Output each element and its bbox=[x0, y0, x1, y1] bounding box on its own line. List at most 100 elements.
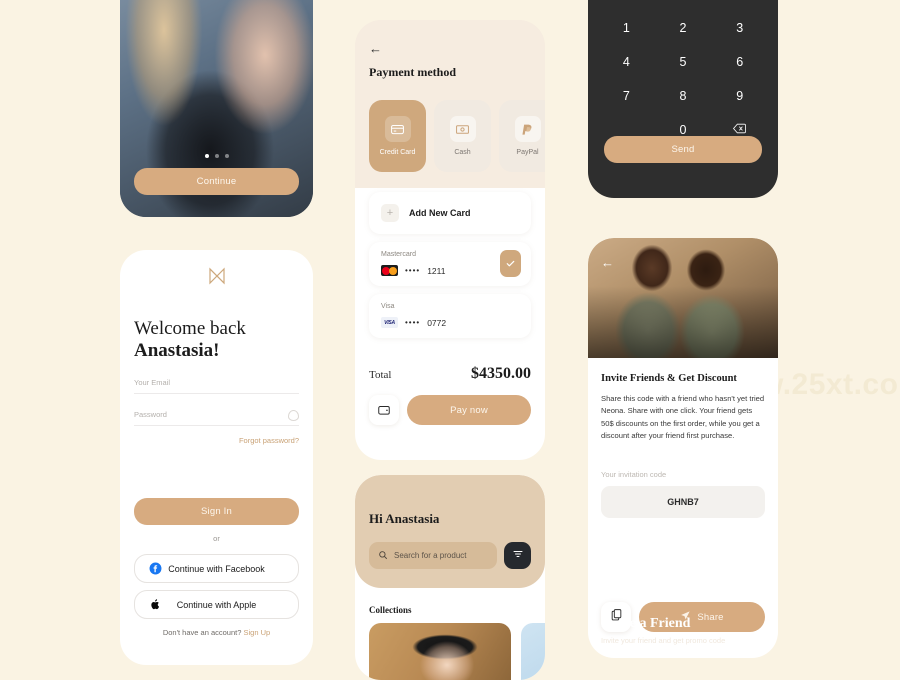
key-8[interactable]: 8 bbox=[655, 86, 712, 106]
card-number-row: VISA •••• 0772 bbox=[381, 317, 446, 328]
key-4[interactable]: 4 bbox=[598, 52, 655, 72]
keypad-grid: 1 2 3 4 5 6 7 8 9 0 bbox=[598, 18, 768, 140]
home-header-band bbox=[355, 475, 545, 588]
apple-button-label: Continue with Apple bbox=[176, 599, 257, 610]
dot-3[interactable] bbox=[224, 154, 229, 158]
payment-method-credit-card[interactable]: Credit Card bbox=[369, 100, 426, 172]
key-6[interactable]: 6 bbox=[711, 52, 768, 72]
collection-thumbnail[interactable] bbox=[369, 623, 511, 680]
visa-logo-icon: VISA bbox=[381, 317, 398, 328]
search-input[interactable]: Search for a product bbox=[369, 542, 497, 569]
add-new-card-label: Add New Card bbox=[409, 208, 471, 218]
password-field[interactable]: Password bbox=[134, 410, 299, 426]
password-placeholder: Password bbox=[134, 410, 167, 419]
welcome-line-2: Anastasia! bbox=[134, 340, 220, 362]
payment-method-tabs: Credit Card Cash PayPal bbox=[369, 100, 545, 172]
payment-method-label: Credit Card bbox=[379, 149, 416, 156]
continue-with-facebook-button[interactable]: Continue with Facebook bbox=[134, 554, 299, 583]
login-card: Welcome back Anastasia! Your Email Passw… bbox=[120, 250, 313, 665]
card-number-row: •••• 1211 bbox=[381, 265, 445, 276]
apple-icon bbox=[149, 598, 161, 611]
email-placeholder: Your Email bbox=[134, 378, 170, 387]
key-7[interactable]: 7 bbox=[598, 86, 655, 106]
pay-action-row: Pay now bbox=[369, 395, 531, 425]
neona-logo-icon bbox=[205, 264, 229, 293]
filter-button[interactable] bbox=[504, 542, 531, 569]
pay-now-button[interactable]: Pay now bbox=[407, 395, 531, 425]
invite-hero-title: Invite a Friend bbox=[601, 616, 691, 631]
facebook-icon bbox=[149, 562, 162, 575]
no-account-text: Don't have an account? bbox=[162, 628, 242, 637]
facebook-button-label: Continue with Facebook bbox=[168, 563, 265, 574]
welcome-heading: Welcome back Anastasia! bbox=[134, 318, 304, 363]
key-2[interactable]: 2 bbox=[655, 18, 712, 38]
welcome-line-1: Welcome back bbox=[134, 318, 246, 339]
payment-method-cash[interactable]: Cash bbox=[434, 100, 491, 172]
continue-button[interactable]: Continue bbox=[134, 168, 299, 195]
card-last4: 1211 bbox=[427, 265, 446, 276]
card-last4: 0772 bbox=[427, 317, 447, 328]
collections-thumbnails bbox=[369, 623, 545, 680]
card-mask: •••• bbox=[405, 318, 421, 327]
payment-method-paypal[interactable]: PayPal bbox=[499, 100, 545, 172]
screenshot-canvas: w.25xt.com Continue Welcome back Anastas… bbox=[0, 0, 900, 680]
eye-toggle-icon[interactable] bbox=[288, 410, 299, 421]
credit-card-icon bbox=[384, 116, 411, 142]
cash-icon bbox=[449, 116, 476, 142]
sign-up-link[interactable]: Sign Up bbox=[243, 628, 270, 637]
card-selected-check[interactable] bbox=[500, 250, 521, 277]
key-3[interactable]: 3 bbox=[711, 18, 768, 38]
order-total-row: Total $4350.00 bbox=[369, 365, 531, 383]
share-button-label: Share bbox=[697, 611, 724, 623]
total-label: Total bbox=[369, 369, 392, 381]
payment-method-card: ← Payment method Credit Card Cash PayPal bbox=[355, 20, 545, 460]
invitation-code-label: Your invitation code bbox=[601, 470, 667, 479]
send-button[interactable]: Send bbox=[604, 136, 762, 163]
search-row: Search for a product bbox=[369, 542, 531, 569]
onboarding-card: Continue bbox=[120, 0, 313, 217]
signup-prompt: Don't have an account? Sign Up bbox=[120, 628, 313, 637]
total-value: $4350.00 bbox=[471, 365, 531, 382]
page-title: Payment method bbox=[369, 65, 456, 79]
invite-hero-subtitle: Invite your friend and get promo code bbox=[601, 636, 726, 645]
add-new-card-button[interactable]: + Add New Card bbox=[369, 192, 531, 234]
numeric-keypad-card: 1 2 3 4 5 6 7 8 9 0 Send bbox=[588, 0, 778, 198]
card-brand-label: Visa bbox=[381, 303, 395, 310]
invite-body-text: Share this code with a friend who hasn't… bbox=[601, 394, 765, 440]
key-5[interactable]: 5 bbox=[655, 52, 712, 72]
or-divider-label: or bbox=[213, 534, 220, 543]
paypal-icon bbox=[514, 116, 541, 142]
invite-friend-card: ← Invite a Friend Invite your friend and… bbox=[588, 238, 778, 658]
invitation-code-value[interactable]: GHNB7 bbox=[601, 486, 765, 518]
mastercard-logo-icon bbox=[381, 265, 398, 276]
payment-method-label: PayPal bbox=[516, 149, 539, 156]
search-placeholder: Search for a product bbox=[394, 551, 467, 560]
dot-2[interactable] bbox=[214, 154, 219, 158]
filter-icon bbox=[512, 547, 524, 565]
key-1[interactable]: 1 bbox=[598, 18, 655, 38]
arrow-left-icon[interactable]: ← bbox=[369, 42, 382, 55]
forgot-password-link[interactable]: Forgot password? bbox=[239, 436, 299, 445]
card-brand-label: Mastercard bbox=[381, 251, 417, 258]
plus-icon: + bbox=[381, 204, 399, 222]
card-mask: •••• bbox=[405, 266, 421, 275]
collections-heading: Collections bbox=[369, 605, 412, 615]
saved-card-visa[interactable]: Visa VISA •••• 0772 bbox=[369, 294, 531, 338]
arrow-left-icon[interactable]: ← bbox=[601, 256, 614, 269]
wallet-icon[interactable] bbox=[369, 395, 399, 425]
sign-in-button[interactable]: Sign In bbox=[134, 498, 299, 525]
invite-section-title: Invite Friends & Get Discount bbox=[601, 373, 737, 384]
search-icon bbox=[378, 547, 388, 565]
saved-card-mastercard[interactable]: Mastercard •••• 1211 bbox=[369, 242, 531, 286]
invite-hero-image bbox=[588, 238, 778, 358]
continue-with-apple-button[interactable]: Continue with Apple bbox=[134, 590, 299, 619]
email-field[interactable]: Your Email bbox=[134, 378, 299, 394]
collection-thumbnail[interactable] bbox=[521, 623, 545, 680]
payment-method-label: Cash bbox=[454, 149, 471, 156]
key-9[interactable]: 9 bbox=[711, 86, 768, 106]
dot-1[interactable] bbox=[204, 154, 209, 158]
home-card: Hi Anastasia Search for a product Collec… bbox=[355, 475, 545, 680]
greeting-heading: Hi Anastasia bbox=[369, 511, 440, 526]
page-indicator-dots bbox=[120, 154, 313, 158]
watermark: w.25xt.com bbox=[760, 368, 900, 401]
